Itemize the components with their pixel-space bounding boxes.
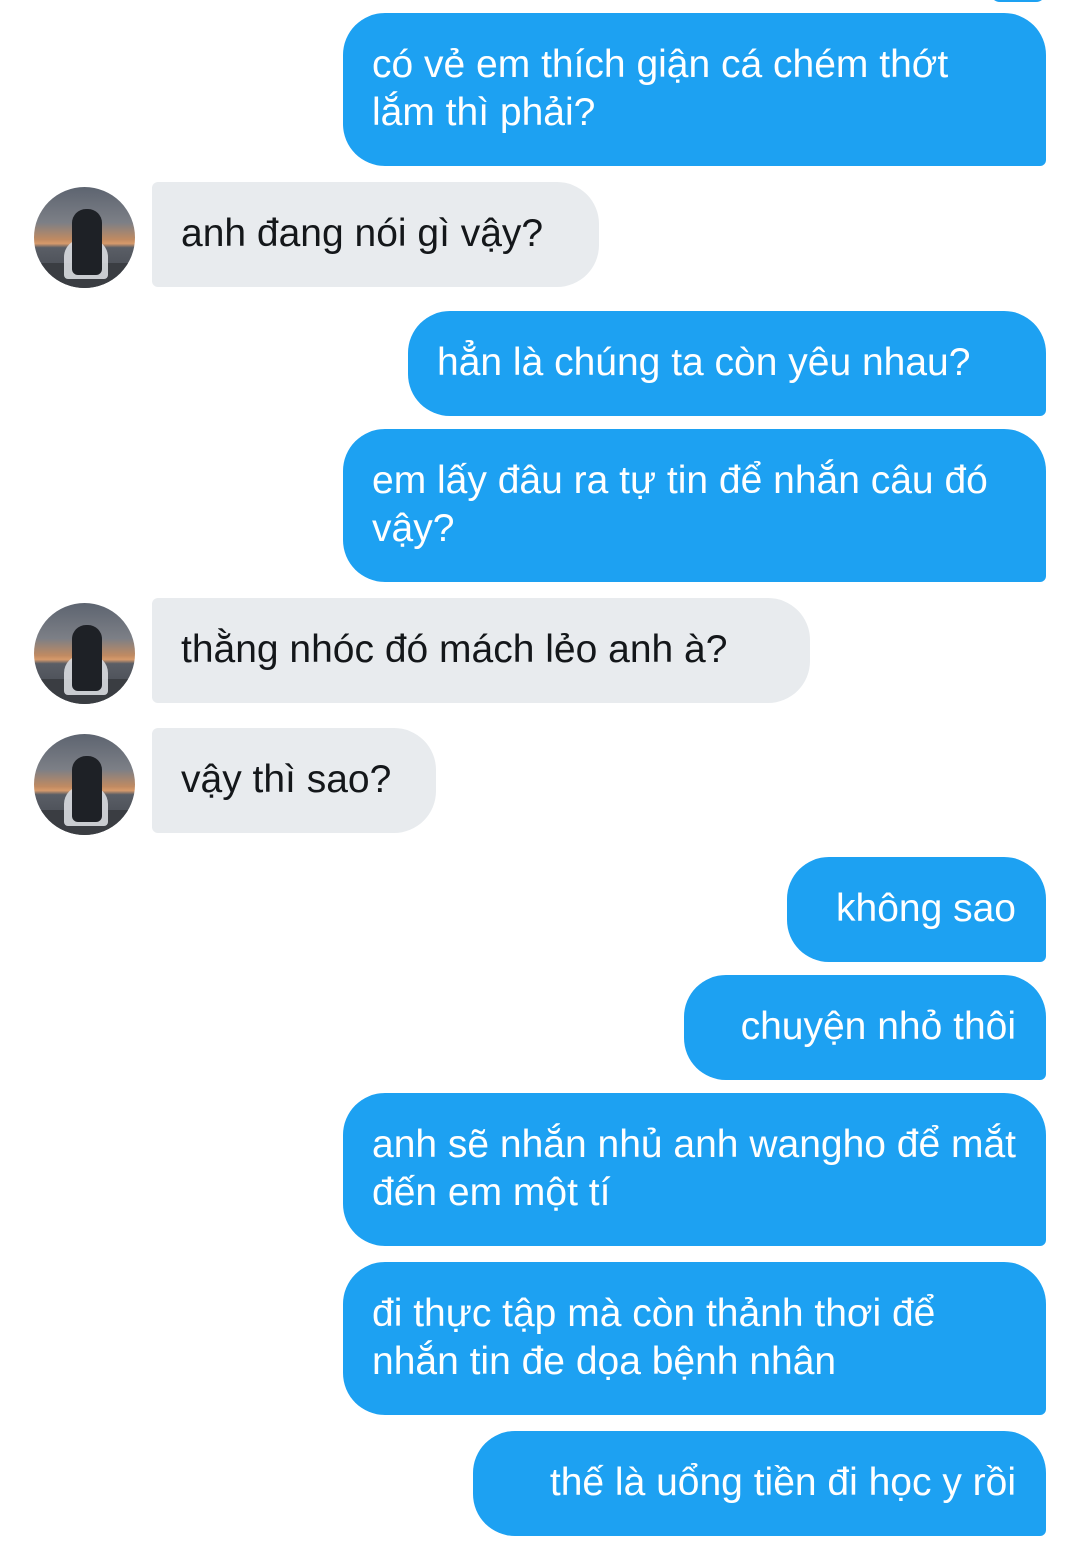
previous-message-edge [990,0,1046,2]
message-text: đi thực tập mà còn thảnh thơi để nhắn ti… [372,1292,936,1383]
received-message[interactable]: thằng nhóc đó mách lẻo anh à? [152,598,810,703]
sent-message[interactable]: chuyện nhỏ thôi [684,975,1046,1080]
contact-avatar[interactable] [34,734,135,835]
sent-message[interactable]: em lấy đâu ra tự tin để nhắn câu đó vậy? [343,429,1046,582]
sent-message[interactable]: thế là uổng tiền đi học y rồi [473,1431,1046,1536]
sent-message[interactable]: đi thực tập mà còn thảnh thơi để nhắn ti… [343,1262,1046,1415]
contact-avatar[interactable] [34,187,135,288]
message-text: vậy thì sao? [181,758,392,801]
message-text: có vẻ em thích giận cá chém thớt lắm thì… [372,43,949,134]
received-message[interactable]: vậy thì sao? [152,728,436,833]
message-text: chuyện nhỏ thôi [740,1005,1016,1048]
received-message[interactable]: anh đang nói gì vậy? [152,182,599,287]
contact-avatar[interactable] [34,603,135,704]
message-text: em lấy đâu ra tự tin để nhắn câu đó vậy? [372,459,988,550]
message-text: không sao [836,887,1016,930]
message-text: hẳn là chúng ta còn yêu nhau? [437,341,971,384]
sent-message[interactable]: không sao [787,857,1046,962]
sent-message[interactable]: anh sẽ nhắn nhủ anh wangho để mắt đến em… [343,1093,1046,1246]
message-text: anh đang nói gì vậy? [181,212,544,255]
message-text: thế là uổng tiền đi học y rồi [549,1461,1016,1504]
sent-message[interactable]: hẳn là chúng ta còn yêu nhau? [408,311,1046,416]
message-text: anh sẽ nhắn nhủ anh wangho để mắt đến em… [372,1123,1017,1214]
message-text: thằng nhóc đó mách lẻo anh à? [181,628,728,671]
sent-message[interactable]: có vẻ em thích giận cá chém thớt lắm thì… [343,13,1046,166]
